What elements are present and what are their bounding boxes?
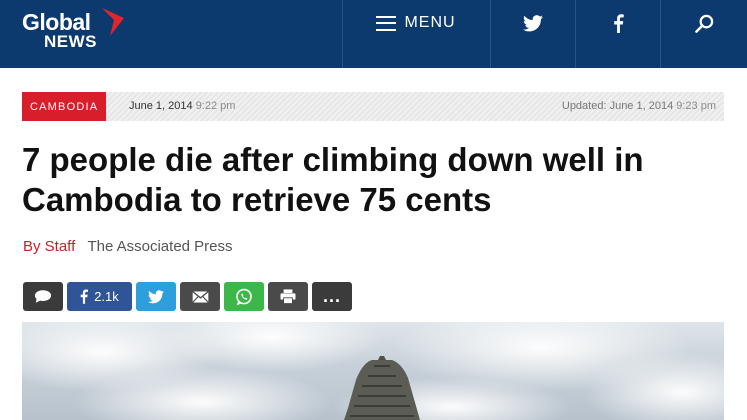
email-share-button[interactable] — [180, 282, 220, 311]
menu-button[interactable]: MENU — [343, 0, 489, 46]
envelope-icon — [191, 290, 209, 303]
share-bar: 2.1k ... — [23, 282, 352, 311]
search-icon — [694, 14, 713, 33]
facebook-icon — [613, 13, 624, 33]
article-headline: 7 people die after climbing down well in… — [22, 141, 644, 218]
logo-mark-icon — [102, 8, 124, 36]
global-news-logo[interactable]: Global NEWS — [20, 6, 130, 58]
facebook-share-count: 2.1k — [94, 289, 119, 304]
whatsapp-icon — [236, 288, 252, 305]
site-header: Global NEWS MENU — [0, 0, 747, 68]
facebook-header-button[interactable] — [576, 0, 660, 46]
category-tag[interactable]: CAMBODIA — [22, 92, 107, 121]
whatsapp-share-button[interactable] — [224, 282, 264, 311]
article-meta-bar: CAMBODIA June 1, 2014 9:22 pm Updated: J… — [22, 92, 724, 121]
facebook-icon — [80, 289, 89, 304]
published-timestamp: June 1, 2014 9:22 pm — [129, 100, 235, 112]
hamburger-icon — [376, 15, 397, 31]
updated-time: 9:23 pm — [676, 100, 716, 112]
byline: By Staff The Associated Press — [23, 238, 233, 255]
comment-button[interactable] — [23, 282, 63, 311]
comment-icon — [34, 290, 52, 303]
facebook-share-button[interactable]: 2.1k — [67, 282, 132, 311]
temple-photo — [22, 322, 724, 420]
updated-timestamp: Updated: June 1, 2014 9:23 pm — [562, 100, 716, 112]
menu-label: MENU — [404, 14, 456, 31]
print-button[interactable] — [268, 282, 308, 311]
published-date: June 1, 2014 — [129, 100, 193, 112]
search-header-button[interactable] — [661, 0, 747, 46]
twitter-header-button[interactable] — [491, 0, 575, 46]
print-icon — [280, 289, 296, 304]
twitter-icon — [148, 289, 164, 303]
twitter-share-button[interactable] — [136, 282, 176, 311]
published-time: 9:22 pm — [195, 100, 236, 112]
updated-label: Updated: June 1, 2014 — [561, 100, 674, 112]
article-hero-image[interactable] — [22, 322, 724, 420]
byline-author-link[interactable]: By Staff — [23, 238, 75, 255]
twitter-icon — [523, 14, 543, 31]
more-share-button[interactable]: ... — [312, 282, 352, 311]
logo-text-news: NEWS — [44, 32, 97, 51]
byline-organization: The Associated Press — [87, 238, 233, 255]
